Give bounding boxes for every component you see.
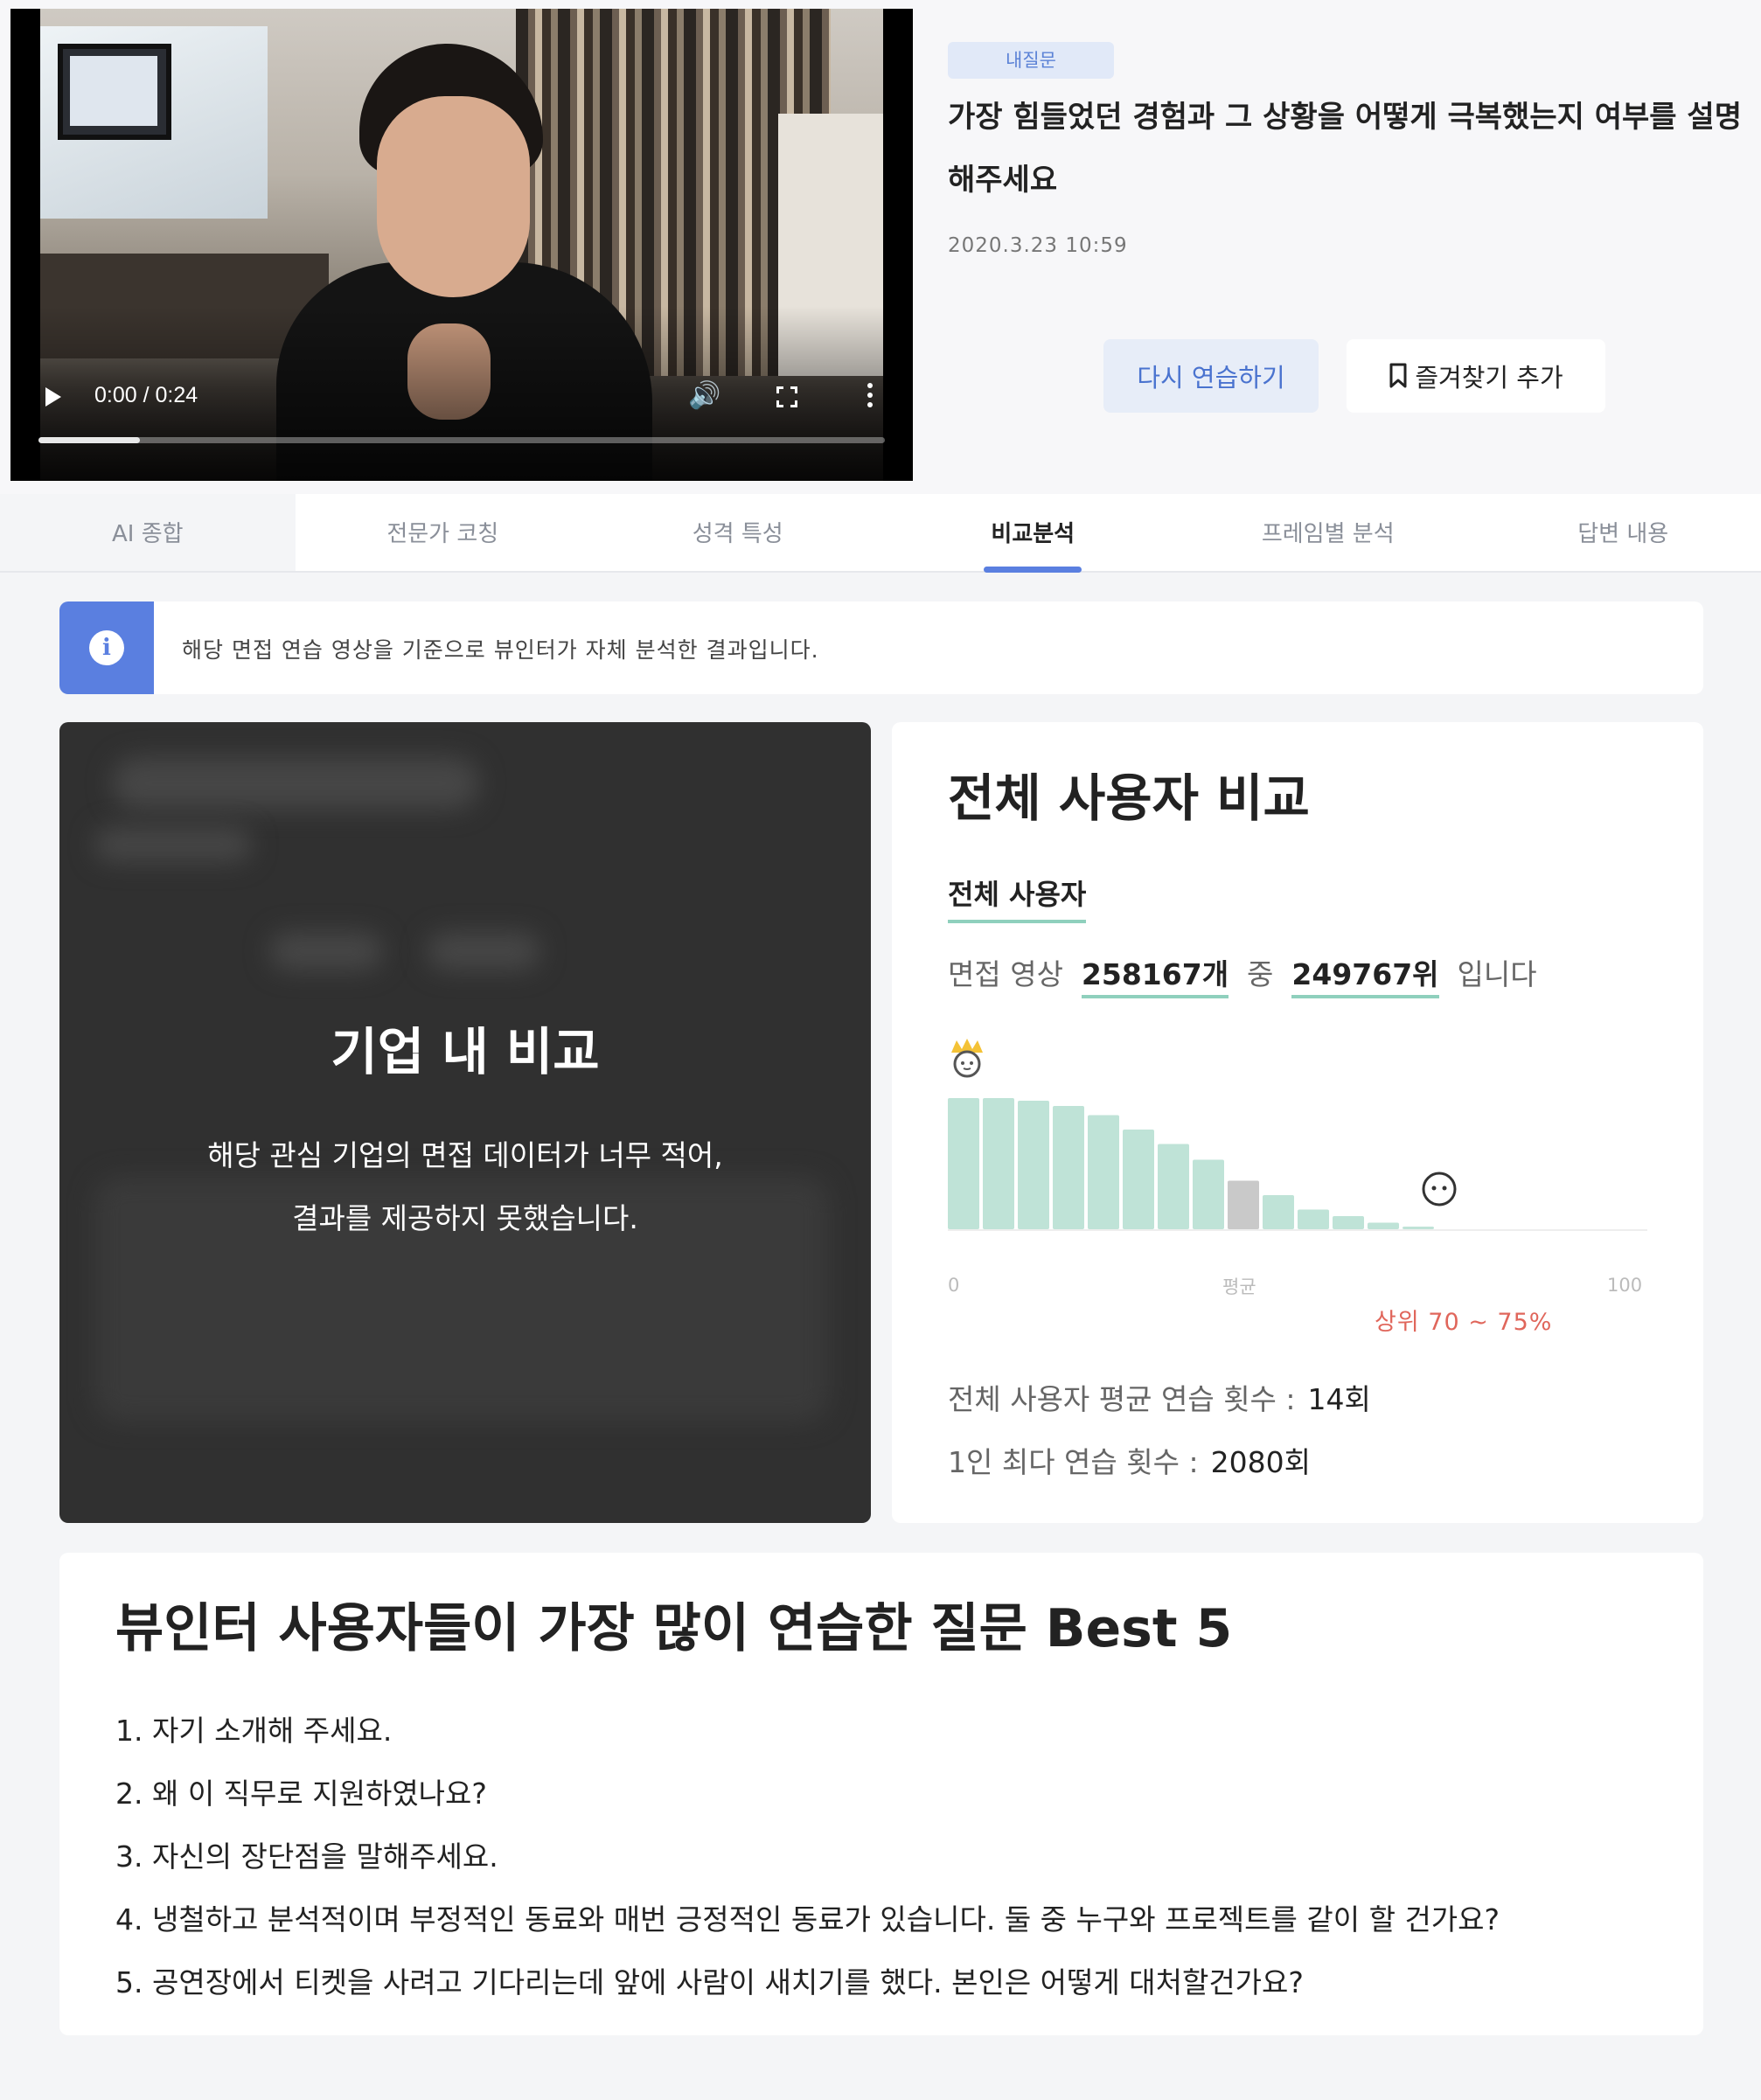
best5-card: 뷰인터 사용자들이 가장 많이 연습한 질문 Best 5 1. 자기 소개해 … (59, 1553, 1703, 2035)
list-item[interactable]: 5. 공연장에서 티켓을 사려고 기다리는데 앞에 사람이 새치기를 했다. 본… (115, 1951, 1500, 2014)
chart-bar (983, 1098, 1014, 1229)
chart-bar (948, 1098, 979, 1229)
axis-min-label: 0 (948, 1275, 960, 1296)
max-practice-stat: 1인 최다 연습 횟수 :2080회 (948, 1445, 1311, 1479)
company-comparison-message: 해당 관심 기업의 면접 데이터가 너무 적어, 결과를 제공하지 못했습니다. (207, 1138, 723, 1235)
chart-bar (1333, 1216, 1364, 1229)
question-title: 가장 힘들었던 경험과 그 상황을 어떻게 극복했는지 여부를 설명해주세요 (948, 100, 1742, 198)
tab-answer-content[interactable]: 답변 내용 (1476, 494, 1761, 571)
chart-bar (1123, 1130, 1154, 1229)
fullscreen-icon[interactable] (776, 386, 797, 407)
volume-icon[interactable]: 🔊 (688, 383, 720, 409)
more-options-icon[interactable] (867, 383, 874, 411)
percentile-range: 상위 70 ~ 75% (1375, 1309, 1553, 1336)
add-favorite-label: 즐겨찾기 추가 (1415, 363, 1563, 393)
chart-bar (1158, 1144, 1189, 1229)
total-videos: 258167개 (1081, 957, 1229, 998)
axis-average-label: 평균 (1222, 1276, 1256, 1297)
tab-personality[interactable]: 성격 특성 (590, 494, 886, 571)
tab-expert-coaching[interactable]: 전문가 코칭 (296, 494, 591, 571)
tab-comparison[interactable]: 비교분석 (886, 494, 1181, 573)
video-progress-bar[interactable] (38, 437, 885, 443)
rank-sentence: 면접 영상 258167개 중 249767위 입니다 (948, 951, 1537, 998)
chart-bar (1403, 1227, 1434, 1229)
chart-bar (1368, 1222, 1399, 1229)
list-item[interactable]: 2. 왜 이 직무로 지원하였나요? (115, 1763, 1500, 1825)
user-position-icon (1422, 1172, 1457, 1206)
best5-title: 뷰인터 사용자들이 가장 많이 연습한 질문 Best 5 (115, 1598, 1233, 1659)
chart-bar (1018, 1101, 1049, 1229)
chart-bar (1193, 1159, 1224, 1229)
retry-practice-button[interactable]: 다시 연습하기 (1103, 339, 1319, 413)
question-header: 0:00 / 0:24 🔊 내질문 가장 힘들었던 경험과 그 상황을 어떻게 … (0, 0, 1761, 494)
info-text: 해당 면접 연습 영상을 기준으로 뷰인터가 자체 분석한 결과입니다. (182, 637, 819, 663)
video-player[interactable]: 0:00 / 0:24 🔊 (10, 9, 913, 481)
user-rank: 249767위 (1291, 957, 1439, 998)
play-icon[interactable] (45, 387, 61, 407)
info-icon: i (89, 630, 124, 665)
chart-bar (1263, 1195, 1294, 1229)
analysis-tabs: AI 종합 전문가 코칭 성격 특성 비교분석 프레임별 분석 답변 내용 (0, 494, 1761, 573)
video-time: 0:00 / 0:24 (94, 383, 198, 407)
bookmark-icon (1389, 363, 1407, 388)
chart-bar (1228, 1180, 1259, 1229)
tab-ai-summary[interactable]: AI 종합 (0, 494, 296, 571)
comparison-subtitle: 전체 사용자 (948, 873, 1087, 923)
my-question-badge: 내질문 (948, 42, 1114, 79)
company-comparison-title: 기업 내 비교 (331, 1022, 600, 1081)
chart-bar (1298, 1209, 1329, 1229)
all-users-comparison-card: 전체 사용자 비교 전체 사용자 면접 영상 258167개 중 249767위… (892, 722, 1703, 1523)
company-comparison-card: 기업 내 비교 해당 관심 기업의 면접 데이터가 너무 적어, 결과를 제공하… (59, 722, 871, 1523)
axis-max-label: 100 (1607, 1275, 1643, 1296)
comparison-title: 전체 사용자 비교 (948, 768, 1310, 828)
list-item[interactable]: 1. 자기 소개해 주세요. (115, 1700, 1500, 1763)
crown-icon (951, 1039, 983, 1078)
best5-list: 1. 자기 소개해 주세요. 2. 왜 이 직무로 지원하였나요? 3. 자신의… (115, 1700, 1500, 2014)
question-date: 2020.3.23 10:59 (948, 234, 1128, 257)
chart-bar (1053, 1106, 1084, 1229)
distribution-chart (948, 1098, 1647, 1231)
average-practice-stat: 전체 사용자 평균 연습 횟수 :14회 (948, 1382, 1371, 1416)
add-favorite-button[interactable]: 즐겨찾기 추가 (1347, 339, 1605, 413)
list-item[interactable]: 3. 자신의 장단점을 말해주세요. (115, 1825, 1500, 1888)
list-item[interactable]: 4. 냉철하고 분석적이며 부정적인 동료와 매번 긍정적인 동료가 있습니다.… (115, 1888, 1500, 1951)
tab-frame-analysis[interactable]: 프레임별 분석 (1180, 494, 1476, 571)
chart-bar (1088, 1115, 1119, 1229)
info-banner: i 해당 면접 연습 영상을 기준으로 뷰인터가 자체 분석한 결과입니다. (59, 601, 1703, 694)
